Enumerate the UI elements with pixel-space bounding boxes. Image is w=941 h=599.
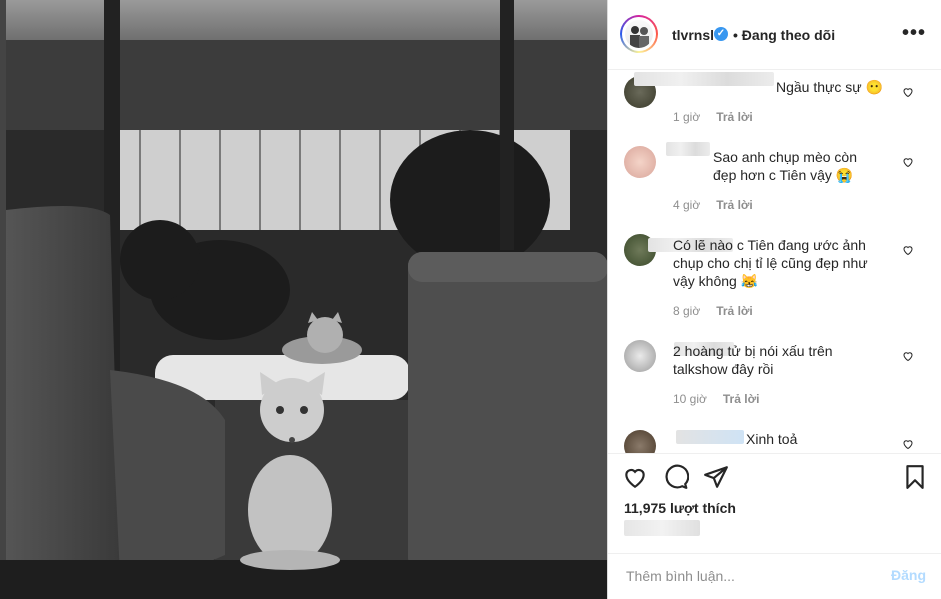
commenter-avatar[interactable]	[624, 340, 656, 372]
comment-text: Sao anh chụp mèo còn đẹp hơn c Tiên vậy …	[713, 149, 857, 183]
like-comment-heart-icon[interactable]	[902, 244, 914, 256]
save-bookmark-icon[interactable]	[902, 464, 928, 490]
comment-meta: 10 giờ Trả lời	[673, 392, 759, 406]
add-comment-bar: Đăng	[608, 553, 941, 599]
blurred-username	[634, 72, 774, 86]
reply-link[interactable]: Trả lời	[716, 198, 753, 212]
reply-link[interactable]: Trả lời	[723, 392, 760, 406]
post-comment-button[interactable]: Đăng	[891, 567, 926, 583]
profile-avatar[interactable]	[620, 15, 658, 53]
username-link[interactable]: tlvrnsl	[672, 27, 714, 43]
share-paper-plane-icon[interactable]	[703, 464, 729, 490]
cats-photo-image	[0, 0, 607, 599]
commenter-avatar[interactable]	[624, 146, 656, 178]
like-comment-heart-icon[interactable]	[902, 156, 914, 168]
blurred-username	[676, 430, 744, 444]
verified-badge-icon: ✓	[714, 27, 728, 41]
comment-meta: 4 giờ Trả lời	[673, 198, 753, 212]
reply-link[interactable]: Trả lời	[716, 110, 753, 124]
post-photo[interactable]	[0, 0, 607, 599]
comment-time: 4 giờ	[673, 198, 701, 212]
follow-status-button[interactable]: • Đang theo dõi	[733, 27, 835, 43]
comment-meta: 1 giờ Trả lời	[673, 110, 753, 124]
post-actions: 11,975 lượt thích	[608, 453, 941, 553]
like-comment-heart-icon[interactable]	[902, 438, 914, 450]
post-header: tlvrnsl ✓ • Đang theo dõi •••	[608, 0, 941, 70]
comment-text: 2 hoàng tử bị nói xấu trên talkshow đây …	[673, 343, 833, 377]
comment-text: Xinh toả	[746, 431, 798, 447]
comments-list[interactable]: Ngầu thực sự 😶 1 giờ Trả lời Sao anh chụp…	[608, 70, 941, 453]
comment-time: 1 giờ	[673, 110, 701, 124]
likes-count[interactable]: 11,975 lượt thích	[624, 500, 736, 516]
comment-meta: 8 giờ Trả lời	[673, 304, 753, 318]
post-side-panel: tlvrnsl ✓ • Đang theo dõi ••• Ngầu thực …	[607, 0, 941, 599]
like-comment-heart-icon[interactable]	[902, 350, 914, 362]
blurred-username	[666, 142, 710, 156]
more-options-icon[interactable]: •••	[902, 22, 926, 45]
like-comment-heart-icon[interactable]	[902, 86, 914, 98]
comment-text: Có lẽ nào c Tiên đang ước ảnh chụp cho c…	[673, 237, 868, 289]
comment-time: 8 giờ	[673, 304, 701, 318]
like-heart-icon[interactable]	[622, 464, 648, 490]
reply-link[interactable]: Trả lời	[716, 304, 753, 318]
add-comment-input[interactable]	[624, 567, 868, 585]
blurred-post-time	[624, 520, 700, 536]
commenter-avatar[interactable]	[624, 430, 656, 453]
comment-bubble-icon[interactable]	[663, 464, 689, 490]
avatar-people-icon	[630, 26, 649, 48]
comment-text: Ngầu thực sự 😶	[776, 79, 883, 95]
comment-time: 10 giờ	[673, 392, 707, 406]
